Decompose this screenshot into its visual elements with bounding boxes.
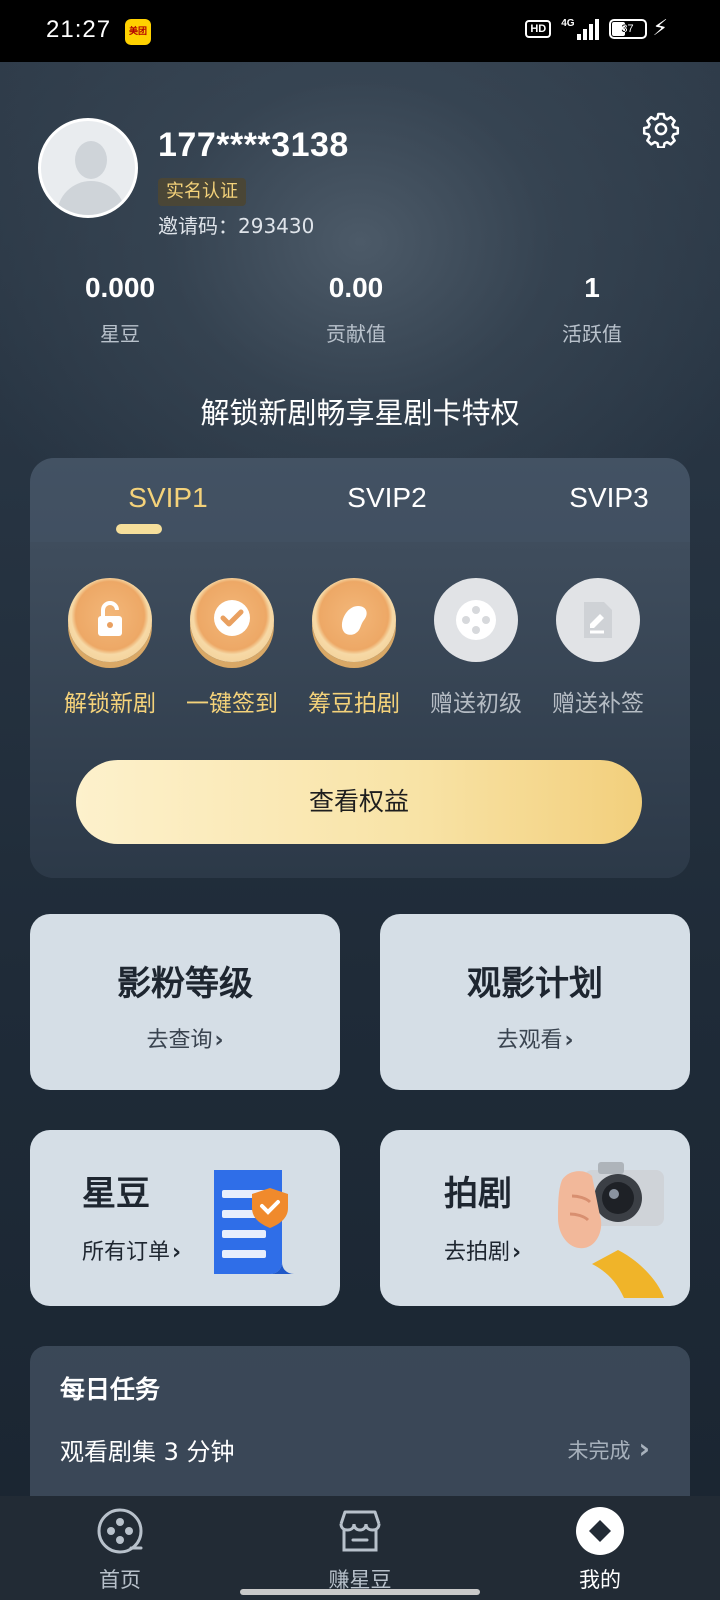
chevron-right-icon: › (172, 1240, 182, 1265)
status-time: 21:27 (46, 16, 112, 43)
vip-tabs: SVIP1 SVIP2 SVIP3 (30, 458, 690, 542)
card-title: 影粉等级 (117, 964, 253, 1004)
benefit-label: 筹豆拍剧 (308, 691, 400, 717)
card-link[interactable]: 去拍剧› (444, 1234, 521, 1266)
nav-earn-beans[interactable]: 赚星豆 (290, 1506, 430, 1594)
stat-contribution[interactable]: 0.00 贡献值 (276, 272, 436, 347)
invite-label: 邀请码： (158, 214, 238, 238)
bean-icon (312, 578, 396, 662)
unlock-icon (68, 578, 152, 662)
stat-label: 活跃值 (562, 322, 622, 346)
tab-svip3[interactable]: SVIP3 (519, 482, 690, 514)
user-phone: 177****3138 (158, 126, 349, 164)
benefit-label: 解锁新剧 (64, 691, 156, 717)
chevron-right-icon: › (638, 1432, 650, 1465)
store-icon (339, 1510, 381, 1552)
order-list-icon (214, 1170, 294, 1274)
benefit-label: 赠送初级 (430, 691, 522, 717)
nav-label: 首页 (99, 1568, 141, 1592)
meituan-app-icon: 美团 (125, 19, 151, 45)
benefit-unlock[interactable]: 解锁新剧 (48, 578, 172, 718)
invite-value: 293430 (238, 214, 315, 238)
stat-star-beans[interactable]: 0.000 星豆 (40, 272, 200, 347)
vip-benefits-panel: 解锁新剧 一键签到 筹豆拍剧 赠送初级 赠送补签 查看权益 (30, 542, 690, 878)
daily-tasks-title: 每日任务 (60, 1375, 161, 1404)
invite-code: 邀请码：293430 (158, 210, 314, 239)
bottom-nav: 首页 赚星豆 我的 (0, 1496, 720, 1600)
signal-icon: 4G (561, 18, 599, 40)
stat-label: 星豆 (100, 322, 140, 346)
benefit-label: 赠送补签 (552, 691, 644, 717)
chevron-right-icon: › (214, 1028, 224, 1053)
star-beans-card[interactable]: 星豆 所有订单› (30, 1130, 340, 1306)
battery-level: 37 (621, 23, 634, 35)
document-icon (556, 578, 640, 662)
check-icon (190, 578, 274, 662)
gear-icon[interactable] (642, 110, 680, 148)
stat-label: 贡献值 (326, 322, 386, 346)
task-name: 观看剧集 3 分钟 (60, 1438, 235, 1466)
benefit-gift-makeup[interactable]: 赠送补签 (536, 578, 660, 718)
card-link[interactable]: 所有订单› (82, 1234, 181, 1266)
fan-level-card[interactable]: 影粉等级 去查询› (30, 914, 340, 1090)
card-title: 观影计划 (467, 964, 603, 1004)
camera-icon (558, 1162, 664, 1298)
status-indicators: HD 4G 37 ⚡ (525, 18, 668, 40)
daily-tasks-panel: 每日任务 观看剧集 3 分钟 未完成 › (30, 1346, 690, 1516)
shoot-drama-card[interactable]: 拍剧 去拍剧› (380, 1130, 690, 1306)
benefit-bean-shoot[interactable]: 筹豆拍剧 (292, 578, 416, 718)
stat-value: 1 (584, 272, 600, 303)
tab-svip2[interactable]: SVIP2 (297, 482, 477, 514)
tab-svip1[interactable]: SVIP1 (78, 482, 258, 514)
stat-value: 0.00 (328, 272, 384, 303)
card-title: 拍剧 (444, 1174, 512, 1214)
diamond-icon (576, 1507, 624, 1555)
view-benefits-button[interactable]: 查看权益 (76, 760, 642, 844)
film-reel-icon (97, 1508, 143, 1554)
nav-home[interactable]: 首页 (50, 1506, 190, 1594)
chevron-right-icon: › (512, 1240, 522, 1265)
benefit-gift-basic[interactable]: 赠送初级 (414, 578, 538, 718)
nav-label: 我的 (579, 1568, 621, 1592)
avatar[interactable] (38, 118, 138, 218)
card-link[interactable]: 去观看› (380, 1022, 690, 1054)
task-status-link[interactable]: 未完成 › (567, 1432, 650, 1465)
film-reel-icon (434, 578, 518, 662)
card-title: 星豆 (82, 1174, 150, 1214)
card-link[interactable]: 去查询› (30, 1022, 340, 1054)
benefit-label: 一键签到 (186, 691, 278, 717)
network-type: 4G (561, 18, 575, 29)
charging-icon: ⚡ (652, 16, 668, 41)
promo-title: 解锁新剧畅享星剧卡特权 (200, 396, 520, 430)
watch-plan-card[interactable]: 观影计划 去观看› (380, 914, 690, 1090)
nav-mine[interactable]: 我的 (530, 1506, 670, 1594)
verified-badge: 实名认证 (158, 178, 246, 206)
active-tab-indicator (116, 524, 162, 534)
status-bar: 21:27 美团 HD 4G 37 ⚡ (0, 0, 720, 62)
stat-value: 0.000 (84, 272, 156, 303)
stat-activity[interactable]: 1 活跃值 (512, 272, 672, 347)
home-indicator[interactable] (240, 1589, 480, 1595)
chevron-right-icon: › (564, 1028, 574, 1053)
battery-icon: 37 (608, 19, 647, 39)
vip-card: SVIP1 SVIP2 SVIP3 解锁新剧 一键签到 筹豆拍剧 赠送初级 赠送… (30, 458, 690, 878)
benefit-checkin[interactable]: 一键签到 (170, 578, 294, 718)
hd-voice-icon: HD (525, 20, 552, 38)
